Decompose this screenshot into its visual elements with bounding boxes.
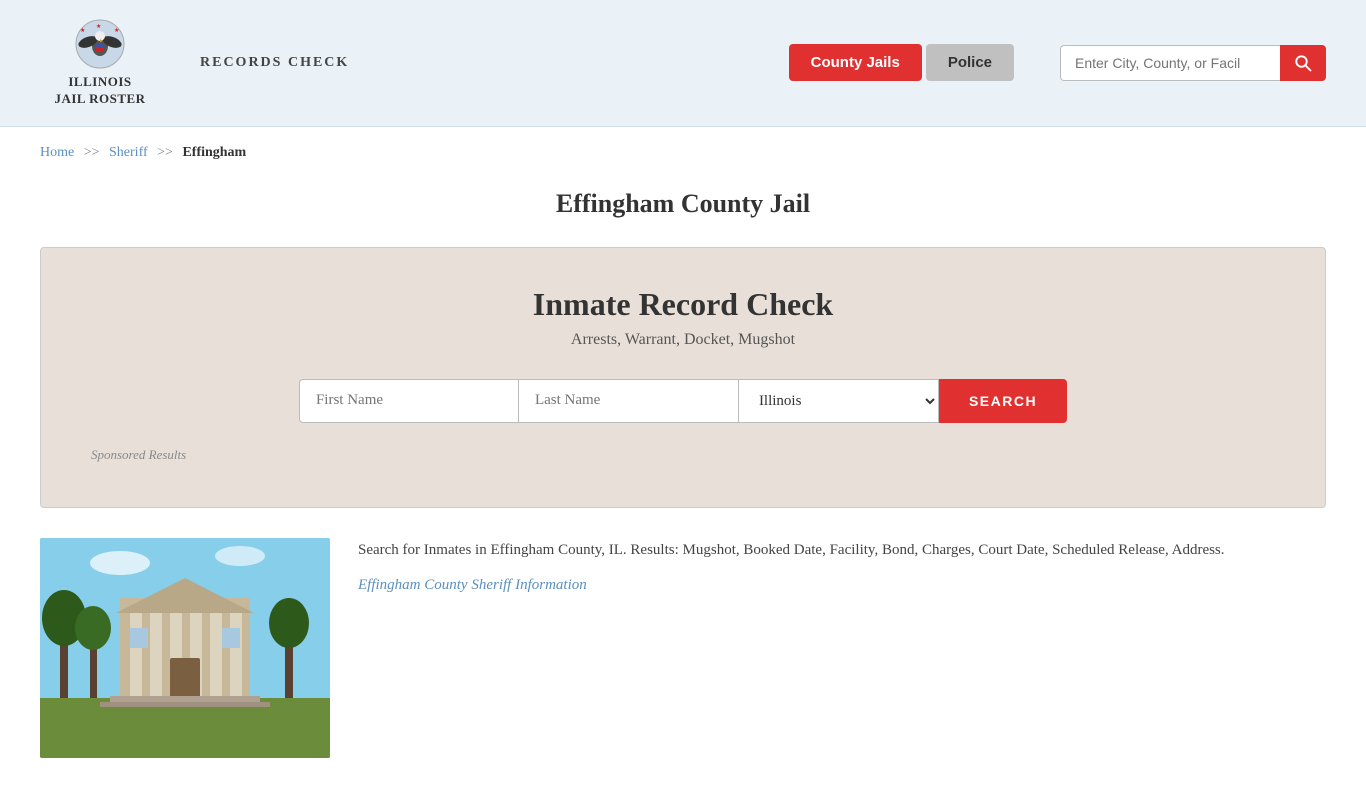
courthouse-svg [40,538,330,758]
sponsored-results-label: Sponsored Results [91,447,1275,463]
breadcrumb-current: Effingham [182,145,246,160]
breadcrumb-sheriff[interactable]: Sheriff [109,145,148,160]
records-check-label: RECORDS CHECK [200,55,349,71]
bottom-section: Search for Inmates in Effingham County, … [0,538,1366,798]
last-name-input[interactable] [519,379,739,423]
inmate-search-form: AlabamaAlaskaArizonaArkansasCaliforniaCo… [91,379,1275,423]
courthouse-image [40,538,330,758]
svg-text:★: ★ [96,23,101,30]
bottom-description-text: Search for Inmates in Effingham County, … [358,538,1326,564]
breadcrumb-home[interactable]: Home [40,145,74,160]
site-logo[interactable]: ★ ★ ★ ILLINOIS JAIL ROSTER [40,18,160,108]
search-icon [1294,54,1312,72]
search-button[interactable]: SEARCH [939,379,1067,423]
nav-buttons: County Jails Police [789,44,1014,81]
police-button[interactable]: Police [926,44,1014,81]
logo-text: ILLINOIS JAIL ROSTER [54,74,145,108]
bottom-subheading: Effingham County Sheriff Information [358,573,1326,599]
inmate-record-subtitle: Arrests, Warrant, Docket, Mugshot [91,331,1275,349]
illinois-seal-icon: ★ ★ ★ [74,18,126,70]
page-title: Effingham County Jail [0,189,1366,219]
state-select[interactable]: AlabamaAlaskaArizonaArkansasCaliforniaCo… [739,379,939,423]
breadcrumb-sep1: >> [84,145,100,160]
first-name-input[interactable] [299,379,519,423]
bottom-description: Search for Inmates in Effingham County, … [358,538,1326,609]
header-search-bar [1060,45,1326,81]
inmate-record-heading: Inmate Record Check [91,286,1275,323]
county-jails-button[interactable]: County Jails [789,44,922,81]
breadcrumb-sep2: >> [157,145,173,160]
header-search-button[interactable] [1280,45,1326,81]
breadcrumb: Home >> Sheriff >> Effingham [0,127,1366,171]
svg-text:★: ★ [80,27,85,34]
inmate-record-section: Inmate Record Check Arrests, Warrant, Do… [40,247,1326,508]
header-search-input[interactable] [1060,45,1280,81]
svg-text:★: ★ [114,27,119,34]
site-header: ★ ★ ★ ILLINOIS JAIL ROSTER RECORDS CHECK… [0,0,1366,127]
